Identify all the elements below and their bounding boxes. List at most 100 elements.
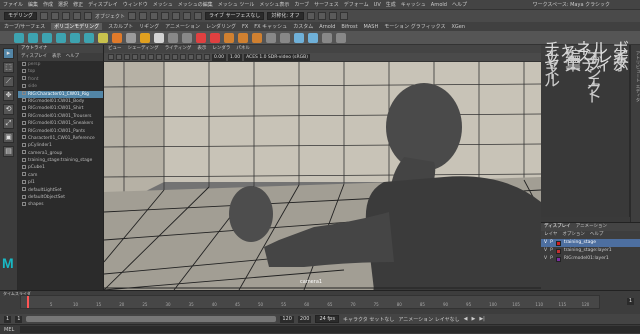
outliner-item[interactable]: pCylinder1 — [18, 142, 103, 149]
anim-layer-label[interactable]: アニメーション レイヤなし — [398, 316, 459, 323]
svg-icon[interactable] — [154, 32, 164, 43]
snap-curve-icon[interactable] — [172, 12, 181, 20]
new-scene-icon[interactable] — [40, 12, 49, 20]
shelf-tab[interactable]: FX — [242, 24, 248, 30]
extrude-icon[interactable] — [224, 32, 234, 43]
channel-menu-item[interactable]: 表示 — [613, 49, 629, 73]
menu-set-dropdown[interactable]: モデリング — [4, 12, 38, 20]
outliner-item[interactable]: top — [18, 68, 103, 75]
redo-icon[interactable] — [84, 12, 93, 20]
multicut-icon[interactable] — [266, 32, 276, 43]
layer-color-swatch[interactable] — [555, 240, 561, 246]
script-lang-label[interactable]: MEL — [4, 327, 14, 333]
range-playback-start[interactable]: 1 — [15, 315, 23, 323]
outliner-item[interactable]: RIG:model01:CW01_Pants — [18, 128, 103, 135]
viewport-menu-item[interactable]: レンダラ — [212, 45, 230, 53]
layer-playback-toggle[interactable]: P — [550, 247, 553, 255]
xray-icon[interactable] — [196, 54, 202, 60]
range-slider-bar[interactable] — [26, 316, 277, 322]
select-object-icon[interactable] — [139, 12, 148, 20]
hypershade-icon[interactable] — [339, 12, 348, 20]
live-surface-field[interactable]: ライブ サーフェスなし — [205, 12, 265, 20]
shelf-tab[interactable]: カーブ/サーフェス — [4, 23, 45, 30]
layer-menu-item[interactable]: オプション — [562, 231, 585, 239]
menu-item[interactable]: ヘルプ — [452, 1, 467, 8]
attribute-editor-tab[interactable]: アトリビュート エディタ — [630, 45, 640, 225]
bevel-icon[interactable] — [252, 32, 262, 43]
ipr-render-icon[interactable] — [317, 12, 326, 20]
step-forward-icon[interactable]: ▶| — [479, 316, 485, 322]
outliner-item[interactable]: shapes — [18, 201, 103, 208]
layer-visibility-toggle[interactable]: V — [544, 247, 547, 255]
tool-icon[interactable]: ⬚ — [3, 62, 14, 73]
planar-uv-icon[interactable] — [322, 32, 332, 43]
save-scene-icon[interactable] — [62, 12, 71, 20]
camera-attributes-icon[interactable] — [116, 54, 122, 60]
layer-color-swatch[interactable] — [555, 248, 561, 254]
textured-icon[interactable] — [164, 54, 170, 60]
menu-item[interactable]: デフォーム — [344, 1, 369, 8]
viewport-menu-item[interactable]: 表示 — [197, 45, 206, 53]
shelf-tab[interactable]: Arnold — [319, 24, 335, 30]
current-frame-marker[interactable] — [26, 296, 29, 308]
menu-item[interactable]: メッシュ — [153, 1, 173, 8]
separate-icon[interactable] — [182, 32, 192, 43]
outliner-menu-item[interactable]: ディスプレイ — [21, 53, 47, 61]
tool-icon[interactable]: ▤ — [3, 146, 14, 157]
tool-icon[interactable]: ▣ — [3, 132, 14, 143]
select-component-icon[interactable] — [150, 12, 159, 20]
disc-icon[interactable] — [98, 32, 108, 43]
undo-icon[interactable] — [73, 12, 82, 20]
render-settings-icon[interactable] — [328, 12, 337, 20]
menu-item[interactable]: Arnold — [431, 2, 447, 8]
tool-icon[interactable]: ⟋ — [3, 76, 14, 87]
menu-item[interactable]: UV — [374, 2, 381, 8]
channel-menu-item[interactable]: オブジェクト — [586, 49, 608, 105]
range-end-field[interactable]: 120 — [280, 315, 294, 323]
current-frame-field[interactable]: 1 — [626, 298, 634, 305]
outliner-item[interactable]: side — [18, 83, 103, 90]
shadows-icon[interactable] — [180, 54, 186, 60]
outliner-item[interactable]: defaultObjectSet — [18, 194, 103, 201]
command-input[interactable] — [20, 326, 640, 333]
tool-icon[interactable]: ✥ — [3, 90, 14, 101]
play-forward-icon[interactable]: ▶ — [471, 316, 475, 322]
outliner-item[interactable]: pCube1 — [18, 164, 103, 171]
menu-item[interactable]: 生成 — [386, 1, 396, 8]
wireframe-icon[interactable] — [148, 54, 154, 60]
menu-item[interactable]: カーブ — [294, 1, 309, 8]
bookmark-icon[interactable] — [124, 54, 130, 60]
tool-icon[interactable]: ⟲ — [3, 104, 14, 115]
combine-icon[interactable] — [168, 32, 178, 43]
layer-playback-toggle[interactable]: P — [550, 255, 553, 263]
menu-item[interactable]: 作成 — [43, 1, 53, 8]
outliner-item[interactable]: defaultLightSet — [18, 187, 103, 194]
auto-uv-icon[interactable] — [336, 32, 346, 43]
cube-icon[interactable] — [28, 32, 38, 43]
outliner-item[interactable]: front — [18, 76, 103, 83]
layer-row[interactable]: V Ptraining_stage — [541, 239, 640, 247]
menu-item[interactable]: 修正 — [73, 1, 83, 8]
ambient-occlusion-icon[interactable] — [188, 54, 194, 60]
layer-tab[interactable]: アニメーション — [576, 223, 607, 231]
target-weld-icon[interactable] — [280, 32, 290, 43]
viewport-menu-item[interactable]: ライティング — [165, 45, 192, 53]
shelf-tab[interactable]: スカルプト — [108, 23, 133, 30]
time-ticks[interactable]: 1510152025303540455055606570758085909510… — [20, 295, 600, 309]
image-plane-icon[interactable] — [132, 54, 138, 60]
outliner-menu-item[interactable]: 表示 — [52, 53, 61, 61]
menu-item[interactable]: メッシュ表示 — [259, 1, 289, 8]
workspace-dropdown[interactable]: ワークスペース: Maya クラシック — [533, 1, 640, 8]
channel-menu-item[interactable]: 編集 — [565, 49, 581, 73]
shelf-tab[interactable]: FX キャッシュ — [254, 23, 287, 30]
outliner-item[interactable]: RIG:Character01_CW01_Rig — [18, 90, 103, 98]
platonic-icon[interactable] — [112, 32, 122, 43]
exposure-field[interactable]: 1.00 — [228, 53, 243, 61]
layer-visibility-toggle[interactable]: V — [544, 255, 547, 263]
outliner-item[interactable]: RIG:model01:CW01_Trousers — [18, 113, 103, 120]
snap-grid-icon[interactable] — [161, 12, 170, 20]
smooth-icon[interactable] — [196, 32, 206, 43]
outliner-menu-item[interactable]: ヘルプ — [66, 53, 79, 61]
boolean-icon[interactable] — [210, 32, 220, 43]
layer-color-swatch[interactable] — [555, 256, 561, 262]
